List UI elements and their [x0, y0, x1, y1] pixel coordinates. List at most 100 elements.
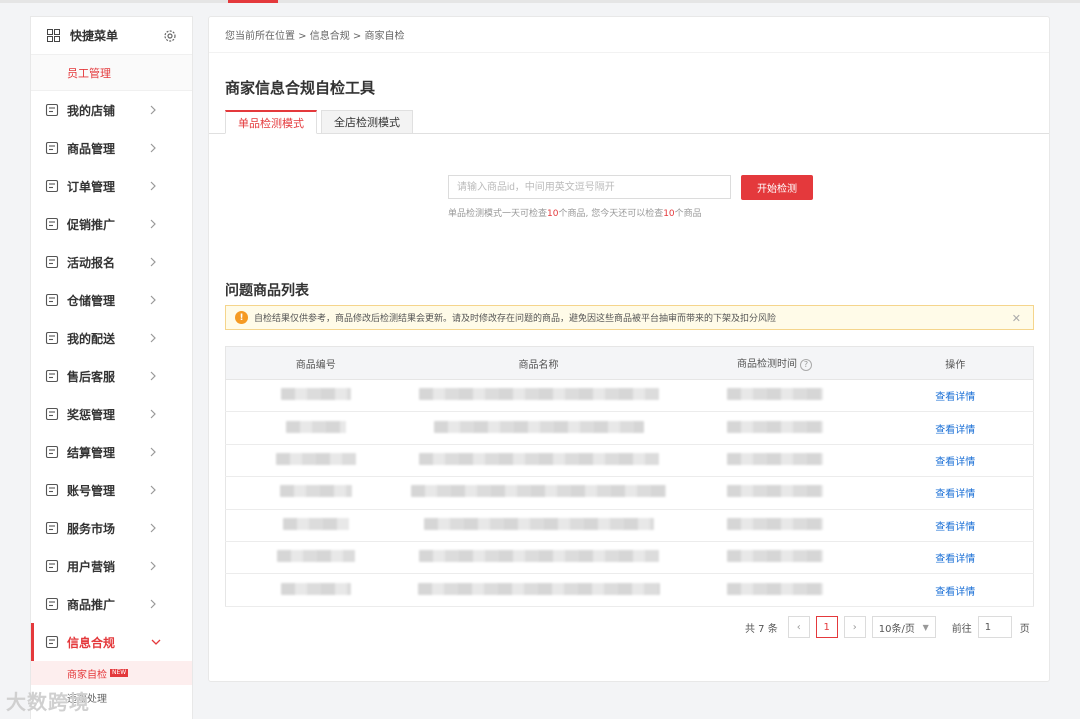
sidebar-item-5[interactable]: 活动报名	[31, 243, 192, 281]
start-check-button[interactable]: 开始检测	[741, 175, 813, 200]
top-progress-line	[0, 0, 1080, 3]
check-time-cell	[672, 541, 878, 573]
goods-id-cell	[226, 541, 406, 573]
pagination: 共 7 条 ‹ 1 › 10条/页 ▼ 前往 1 页	[745, 616, 1030, 638]
action-cell: 查看详情	[878, 380, 1034, 412]
sidebar-item-10[interactable]: 结算管理	[31, 433, 192, 471]
sidebar-item-9[interactable]: 奖惩管理	[31, 395, 192, 433]
sidebar-item-8[interactable]: 售后客服	[31, 357, 192, 395]
delivery-icon	[45, 331, 59, 345]
action-cell: 查看详情	[878, 541, 1034, 573]
sidebar-nav: 我的店铺 商品管理 订单管理 促销推广活动报名仓储管理我的配送售后客服 奖惩管理结算管理…	[31, 91, 192, 709]
sidebar-item-14[interactable]: 商品推广	[31, 585, 192, 623]
view-details-link[interactable]: 查看详情	[935, 522, 975, 533]
sidebar-item-label: 我的配送	[67, 331, 116, 346]
sidebar-item-15[interactable]: 信息合规	[31, 623, 192, 661]
goods-id-cell	[226, 477, 406, 509]
chevron-right-icon	[150, 561, 156, 571]
view-details-link[interactable]: 查看详情	[935, 457, 975, 468]
sidebar-item-12[interactable]: 服务市场	[31, 509, 192, 547]
goods-name-cell	[406, 541, 672, 573]
col-check-time: 商品检测时间?	[671, 346, 878, 380]
sidebar-item-6[interactable]: 仓储管理	[31, 281, 192, 319]
tab-single-mode[interactable]: 单品检测模式	[225, 110, 317, 134]
mode-tabs: 单品检测模式 全店检测模式	[225, 110, 417, 134]
page-size-select[interactable]: 10条/页 ▼	[871, 616, 936, 638]
goods-id-cell	[226, 574, 406, 606]
action-cell: 查看详情	[878, 509, 1034, 541]
check-quota-hint: 单品检测模式一天可检查10个商品, 您今天还可以检查10个商品	[448, 209, 702, 219]
col-goods-id: 商品编号	[225, 346, 406, 380]
view-details-link[interactable]: 查看详情	[935, 554, 975, 565]
table-row: 查看详情	[225, 541, 1034, 574]
sidebar-item-label: 用户营销	[67, 559, 116, 574]
page-number[interactable]: 1	[815, 616, 838, 638]
sidebar-item-3[interactable]: 订单管理	[31, 167, 192, 205]
sidebar-item-label: 仓储管理	[67, 293, 116, 308]
sidebar-item-1[interactable]: 我的店铺	[31, 91, 192, 129]
goods-name-cell	[406, 574, 672, 606]
goods-name-cell	[406, 412, 672, 444]
market-icon	[45, 521, 59, 535]
gear-icon[interactable]	[163, 29, 177, 43]
check-time-cell	[672, 412, 878, 444]
help-icon[interactable]: ?	[800, 359, 812, 371]
close-icon[interactable]: ✕	[1012, 312, 1021, 325]
promotion-icon	[45, 217, 59, 231]
sidebar-item-13[interactable]: 用户营销	[31, 547, 192, 585]
order-icon	[45, 179, 59, 193]
sidebar-item-7[interactable]: 我的配送	[31, 319, 192, 357]
check-time-cell	[672, 444, 878, 476]
sidebar-item-label: 活动报名	[67, 255, 116, 270]
chevron-right-icon	[150, 295, 156, 305]
quick-menu-header[interactable]: 快捷菜单	[31, 17, 192, 55]
view-details-link[interactable]: 查看详情	[935, 587, 975, 598]
tab-store-mode[interactable]: 全店检测模式	[321, 110, 413, 134]
goods-promo-icon	[45, 597, 59, 611]
col-goods-name: 商品名称	[405, 346, 672, 380]
goods-name-cell	[406, 444, 672, 476]
chevron-down-icon	[151, 639, 161, 645]
chevron-right-icon	[150, 599, 156, 609]
view-details-link[interactable]: 查看详情	[935, 425, 975, 436]
problem-list-title: 问题商品列表	[225, 283, 309, 299]
chevron-right-icon	[150, 143, 156, 153]
chevron-down-icon: ▼	[922, 622, 929, 632]
action-cell: 查看详情	[878, 574, 1034, 606]
settlement-icon	[45, 445, 59, 459]
sidebar-item-11[interactable]: 账号管理	[31, 471, 192, 509]
goto-label: 前往	[951, 623, 972, 635]
action-cell: 查看详情	[878, 444, 1034, 476]
sidebar-subitem-self-check[interactable]: 商家自检 NEW	[31, 661, 192, 685]
alert-text: 自检结果仅供参考，商品修改后检测结果会更新。请及时修改存在问题的商品，避免因这些…	[254, 314, 777, 324]
reward-icon	[45, 407, 59, 421]
goods-name-cell	[406, 477, 672, 509]
goods-icon	[45, 141, 59, 155]
page-title: 商家信息合规自检工具	[225, 79, 376, 97]
sidebar-item-label: 结算管理	[67, 445, 116, 460]
table-row: 查看详情	[225, 574, 1034, 607]
quick-menu-item-staff[interactable]: 员工管理	[31, 55, 192, 91]
goto-page-input[interactable]: 1	[977, 616, 1012, 638]
check-time-cell	[672, 380, 878, 412]
view-details-link[interactable]: 查看详情	[935, 489, 975, 500]
view-details-link[interactable]: 查看详情	[935, 392, 975, 403]
product-id-input[interactable]	[448, 175, 731, 199]
marketing-icon	[45, 559, 59, 573]
goods-id-cell	[226, 412, 406, 444]
notice-alert: ! 自检结果仅供参考，商品修改后检测结果会更新。请及时修改存在问题的商品，避免因…	[225, 305, 1034, 330]
sidebar-item-4[interactable]: 促销推广	[31, 205, 192, 243]
prev-page-button[interactable]: ‹	[787, 616, 810, 638]
next-page-button[interactable]: ›	[843, 616, 866, 638]
chevron-right-icon	[150, 447, 156, 457]
goods-name-cell	[406, 380, 672, 412]
col-action: 操作	[877, 346, 1034, 380]
chevron-right-icon	[150, 181, 156, 191]
sidebar-item-2[interactable]: 商品管理	[31, 129, 192, 167]
action-cell: 查看详情	[878, 412, 1034, 444]
sidebar-item-label: 账号管理	[67, 483, 116, 498]
sidebar: 快捷菜单 员工管理 我的店铺 商品管理 订单管理 促销推广活动报名仓储管理我的配送售后…	[30, 16, 193, 719]
goods-name-cell	[406, 509, 672, 541]
table-row: 查看详情	[225, 509, 1034, 542]
check-time-cell	[672, 574, 878, 606]
